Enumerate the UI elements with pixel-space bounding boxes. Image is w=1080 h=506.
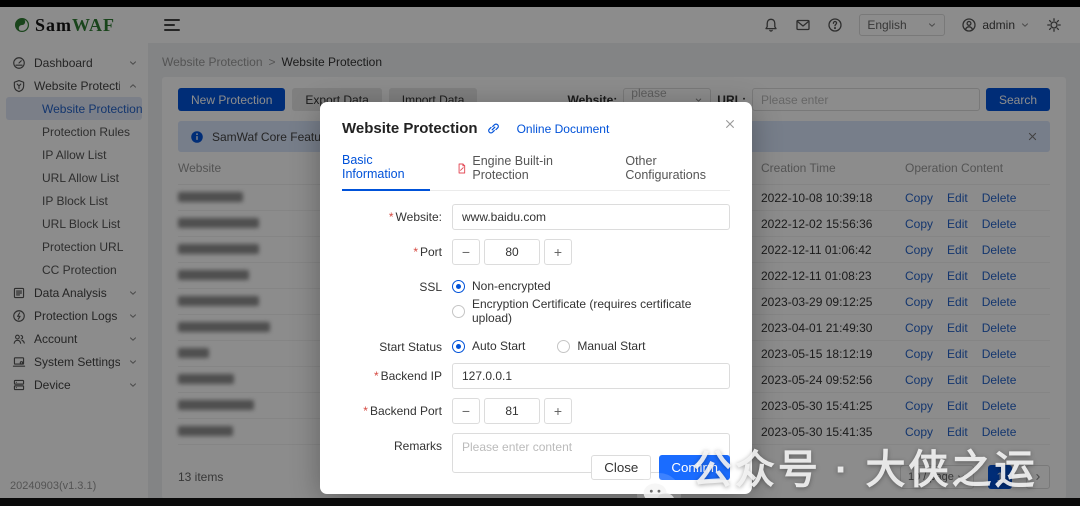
required-asterisk: * xyxy=(413,245,418,259)
website-field-label: * Website: xyxy=(388,210,442,224)
online-document-link[interactable]: Online Document xyxy=(517,122,610,136)
tab-basic-information[interactable]: Basic Information xyxy=(342,153,430,191)
tab-label: Engine Built-in Protection xyxy=(472,154,553,182)
ssl-encryption-certificate-radio[interactable] xyxy=(452,304,465,318)
website-protection-modal: Website Protection Online Document Basic… xyxy=(320,102,752,494)
tab-engine-builtin-protection[interactable]: Engine Built-in Protection xyxy=(456,154,600,190)
close-button[interactable]: Close xyxy=(591,455,652,480)
start-status-option-label[interactable]: Manual Start xyxy=(577,339,645,353)
tab-other-configurations[interactable]: Other Configurations xyxy=(625,154,730,190)
modal-close-icon[interactable] xyxy=(724,118,736,130)
required-asterisk: * xyxy=(373,369,379,383)
port-stepper: − 80 + xyxy=(452,239,730,265)
start-status-option-label[interactable]: Auto Start xyxy=(472,339,525,353)
letterbox-bottom xyxy=(0,498,1080,506)
start-status-field-label: Start Status xyxy=(379,340,442,354)
backend-port-increment-button[interactable]: + xyxy=(544,398,572,424)
manual-start-radio[interactable] xyxy=(557,339,571,353)
port-decrement-button[interactable]: − xyxy=(452,239,480,265)
backend-ip-field-label: * Backend IP xyxy=(373,369,442,383)
modal-footer: Close Confirm xyxy=(591,455,730,480)
remarks-field-label: Remarks xyxy=(393,439,442,453)
tab-label: Basic Information xyxy=(342,153,405,181)
port-field-label: * Port xyxy=(413,245,442,259)
ssl-option-label[interactable]: Non-encrypted xyxy=(472,279,551,293)
required-asterisk: * xyxy=(388,210,394,224)
ssl-field-label: SSL xyxy=(419,280,442,294)
modal-header: Website Protection Online Document xyxy=(342,120,730,137)
website-input[interactable] xyxy=(452,204,730,230)
modal-form: *Website: *Port − 80 + SSL xyxy=(342,204,730,476)
backend-ip-input[interactable] xyxy=(452,363,730,389)
ssl-non-encrypted-radio[interactable] xyxy=(452,279,465,293)
red-document-icon xyxy=(456,162,468,175)
link-icon xyxy=(486,121,501,136)
backend-port-value[interactable]: 81 xyxy=(484,398,540,424)
letterbox-top xyxy=(0,0,1080,7)
tab-label: Other Configurations xyxy=(625,154,706,182)
port-value[interactable]: 80 xyxy=(484,239,540,265)
backend-port-decrement-button[interactable]: − xyxy=(452,398,480,424)
auto-start-radio[interactable] xyxy=(452,339,465,353)
required-asterisk: * xyxy=(363,404,368,418)
screen: SamWAF English admin Dashboard Website P… xyxy=(0,0,1080,506)
ssl-option-label[interactable]: Encryption Certificate (requires certifi… xyxy=(472,297,730,325)
backend-port-field-label: * Backend Port xyxy=(363,404,442,418)
backend-port-stepper: − 81 + xyxy=(452,398,730,424)
modal-title: Website Protection xyxy=(342,120,478,137)
confirm-button[interactable]: Confirm xyxy=(659,455,730,480)
modal-tabs: Basic Information Engine Built-in Protec… xyxy=(342,153,730,191)
port-increment-button[interactable]: + xyxy=(544,239,572,265)
